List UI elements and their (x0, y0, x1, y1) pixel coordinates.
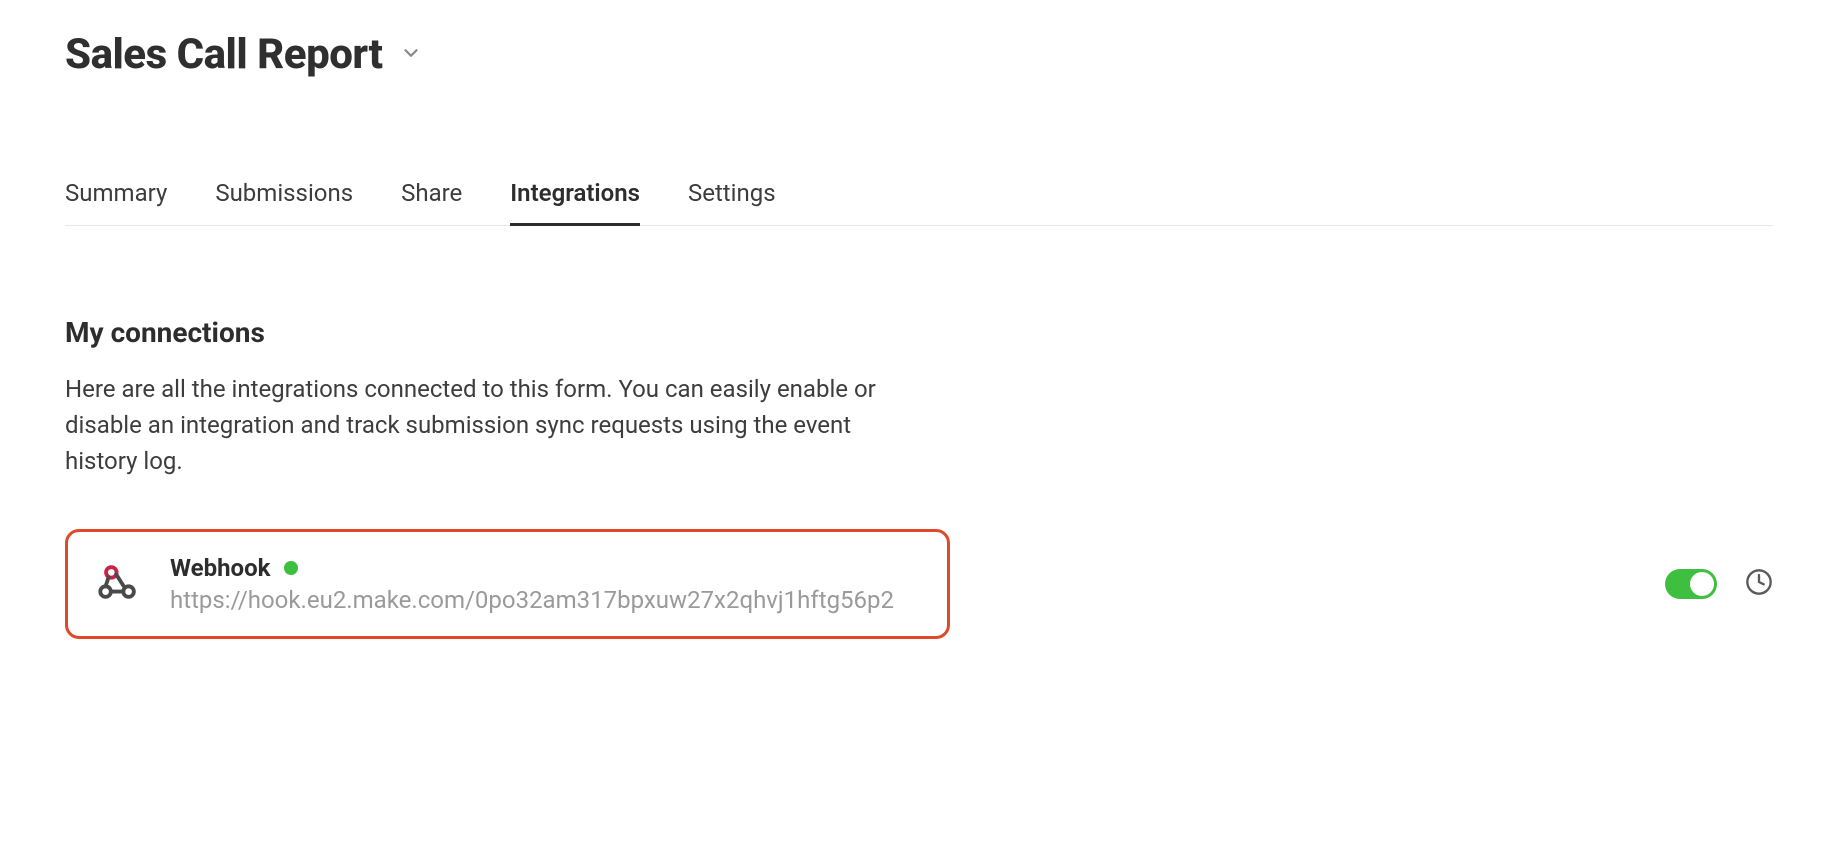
tab-integrations[interactable]: Integrations (510, 179, 640, 226)
webhook-icon (96, 559, 142, 609)
connection-body: Webhook https://hook.eu2.make.com/0po32a… (170, 554, 894, 614)
page-header: Sales Call Report (65, 30, 1773, 79)
connection-title-row: Webhook (170, 554, 894, 582)
history-icon[interactable] (1745, 568, 1773, 600)
section-description: Here are all the integrations connected … (65, 371, 905, 479)
tab-summary[interactable]: Summary (65, 179, 167, 226)
page-title: Sales Call Report (65, 30, 382, 79)
connection-controls (1665, 568, 1773, 600)
status-dot-icon (284, 561, 298, 575)
toggle-knob (1690, 572, 1714, 596)
tab-share[interactable]: Share (401, 179, 462, 226)
connection-url: https://hook.eu2.make.com/0po32am317bpxu… (170, 586, 894, 614)
connection-card[interactable]: Webhook https://hook.eu2.make.com/0po32a… (65, 529, 950, 639)
chevron-down-icon[interactable] (400, 42, 422, 68)
tab-submissions[interactable]: Submissions (215, 179, 353, 226)
connection-title: Webhook (170, 554, 270, 582)
tabs: Summary Submissions Share Integrations S… (65, 179, 1773, 226)
tab-settings[interactable]: Settings (688, 179, 776, 226)
section-title: My connections (65, 316, 1773, 349)
connection-row: Webhook https://hook.eu2.make.com/0po32a… (65, 529, 1773, 639)
enable-toggle[interactable] (1665, 569, 1717, 599)
